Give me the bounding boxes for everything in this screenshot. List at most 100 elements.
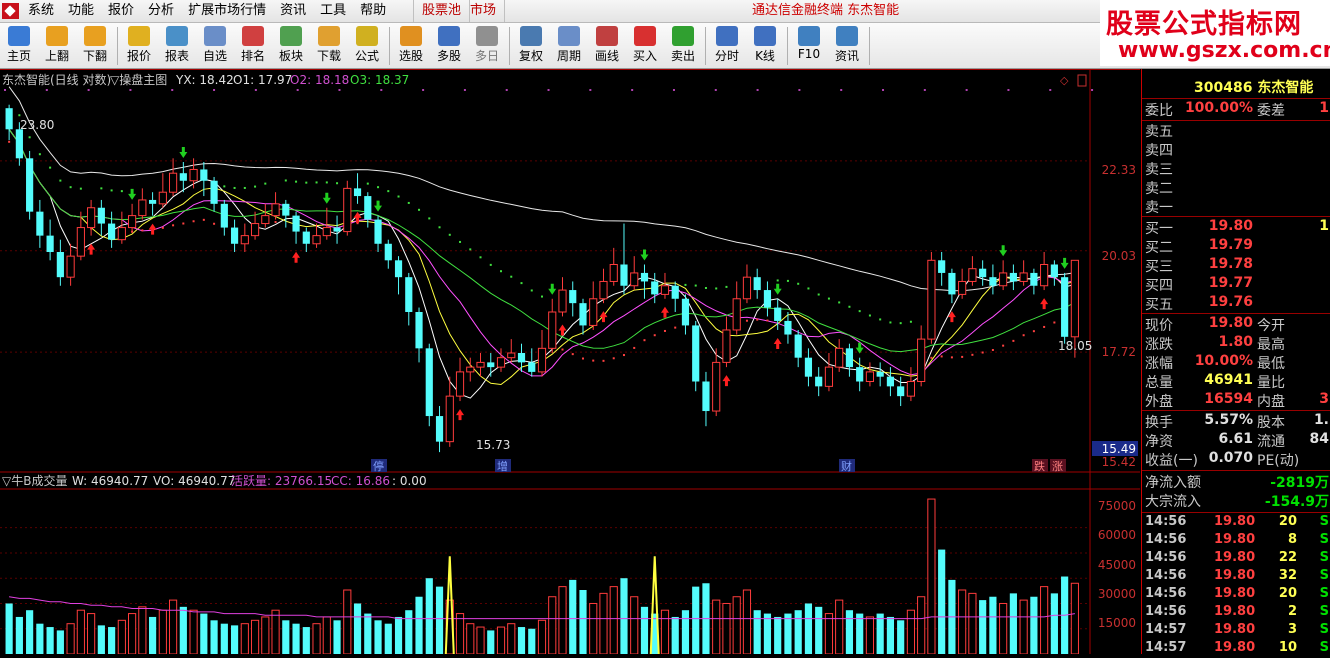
signal-dot — [756, 89, 759, 91]
toolbar-button-report[interactable]: 报表 — [159, 24, 195, 68]
event-tag-finance[interactable]: 财 — [841, 459, 852, 473]
diamond-icon[interactable]: ◇ — [1060, 74, 1069, 87]
volume-bar — [835, 599, 844, 655]
toolbar-button-arrow-down[interactable]: 下翻 — [77, 24, 113, 68]
volume-bar — [97, 625, 105, 654]
toolbar-button-blocks[interactable]: 板块 — [273, 24, 309, 68]
resistance-dot — [653, 334, 656, 337]
event-tag-rise[interactable]: 涨 — [1052, 460, 1063, 473]
menu-item-help[interactable]: 帮助 — [360, 0, 386, 22]
candle-body — [702, 381, 710, 412]
volume-bar — [620, 578, 628, 654]
bid-row[interactable]: 买二 19.79 — [1142, 237, 1330, 256]
toolbar-button-download[interactable]: 下载 — [311, 24, 347, 68]
toolbar-button-yuan[interactable]: 报价 — [121, 24, 157, 68]
bid-row[interactable]: 买五 19.76 — [1142, 294, 1330, 313]
tick-time: 14:56 — [1145, 514, 1187, 529]
menu-item-tools[interactable]: 工具 — [320, 0, 346, 22]
toolbar-button-stock-pick[interactable]: 选股 — [393, 24, 429, 68]
ask-row[interactable]: 卖五 — [1142, 121, 1330, 140]
toolbar-button-adjust[interactable]: 复权 — [513, 24, 549, 68]
bid-row[interactable]: 买四 19.77 — [1142, 275, 1330, 294]
toolbar-button-news[interactable]: 资讯 — [829, 24, 865, 68]
menu-item-analysis[interactable]: 分析 — [148, 0, 174, 22]
tab-market[interactable]: 市场 — [462, 0, 506, 22]
stat-label-2: 最低 — [1257, 356, 1285, 372]
ask-row[interactable]: 卖三 — [1142, 159, 1330, 178]
kline-chart-area[interactable]: 东杰智能(日线 对数) ▽操盘主图 YX: 18.42 O1: 17.97 O2… — [0, 69, 1140, 655]
support-dot — [817, 293, 820, 296]
toolbar-button-arrow-up[interactable]: 上翻 — [39, 24, 75, 68]
volume-indicator-name[interactable]: ▽牛B成交量 — [2, 473, 67, 488]
candle-body — [599, 280, 608, 300]
support-dot — [254, 185, 257, 188]
candle-body — [948, 272, 956, 295]
app-logo-icon[interactable] — [2, 3, 19, 19]
toolbar-button-kline[interactable]: K线 — [747, 24, 783, 68]
event-tag-suspend[interactable]: 停 — [373, 459, 384, 473]
toolbar-button-label: 主页 — [6, 49, 31, 63]
support-dot — [100, 187, 103, 190]
event-tag-fall[interactable]: 跌 — [1034, 459, 1045, 473]
candle-body — [651, 281, 659, 295]
event-tag-increase[interactable]: 增 — [497, 459, 508, 473]
toolbar-button-sell[interactable]: 卖出 — [665, 24, 701, 68]
tick-side: S — [1319, 568, 1329, 583]
volume-bar — [425, 578, 433, 654]
y-tick-label: 17.72 — [1102, 345, 1136, 359]
resistance-dot — [1012, 339, 1015, 342]
candle-body — [36, 211, 44, 236]
tick-volume: 20 — [1278, 586, 1297, 601]
tick-side: S — [1319, 586, 1329, 601]
toolbar-button-clock[interactable]: 多日 — [469, 24, 505, 68]
support-dot — [366, 182, 369, 185]
f6-icon — [204, 26, 226, 46]
toolbar-button-f10[interactable]: F10 — [791, 24, 827, 68]
signal-dot — [213, 89, 216, 91]
bid-row[interactable]: 买三 19.78 — [1142, 256, 1330, 275]
candle-body — [537, 347, 547, 373]
volume-bar — [569, 579, 577, 654]
candle-body — [906, 381, 916, 397]
ask-row[interactable]: 卖一 — [1142, 197, 1330, 216]
ask-row[interactable]: 卖四 — [1142, 140, 1330, 159]
menu-item-news[interactable]: 资讯 — [280, 0, 306, 22]
weicha-value: 1 — [1319, 100, 1329, 116]
resistance-dot — [571, 353, 574, 356]
menu-item-quote[interactable]: 报价 — [108, 0, 134, 22]
support-dot — [295, 180, 298, 183]
resistance-dot — [674, 326, 677, 329]
toolbar-button-home[interactable]: 主页 — [1, 24, 37, 68]
fundamental-value: 5.57% — [1204, 412, 1253, 428]
formula-icon — [356, 26, 378, 46]
menu-item-system[interactable]: 系统 — [28, 0, 54, 22]
toolbar-button-buy[interactable]: 买入 — [627, 24, 663, 68]
resistance-dot — [1032, 330, 1035, 333]
support-dot — [243, 186, 246, 189]
resistance-dot — [745, 319, 748, 322]
volume-bar — [906, 609, 916, 655]
toolbar-button-draw-line[interactable]: 画线 — [589, 24, 625, 68]
stock-code-name[interactable]: 300486 东杰智能 — [1194, 77, 1313, 97]
main-indicator-name[interactable]: ▽操盘主图 — [110, 72, 167, 87]
menu-item-extended-market[interactable]: 扩展市场行情 — [188, 0, 266, 22]
toolbar-button-ranking[interactable]: 排名 — [235, 24, 271, 68]
candle-body — [815, 376, 823, 387]
menu-item-function[interactable]: 功能 — [68, 0, 94, 22]
bid-row[interactable]: 买一 19.80 1 — [1142, 218, 1330, 237]
support-dot — [827, 297, 830, 300]
toolbar-button-f6[interactable]: 自选 — [197, 24, 233, 68]
volume-bar — [220, 623, 228, 654]
toolbar-button-intraday[interactable]: 分时 — [709, 24, 745, 68]
ask-row[interactable]: 卖二 — [1142, 178, 1330, 197]
resistance-dot — [981, 351, 984, 354]
toolbar-button-formula[interactable]: 公式 — [349, 24, 385, 68]
kline-chart-svg[interactable]: 东杰智能(日线 对数) ▽操盘主图 YX: 18.42 O1: 17.97 O2… — [0, 69, 1140, 655]
support-dot — [428, 217, 431, 220]
toolbar-button-multi-stock[interactable]: 多股 — [431, 24, 467, 68]
stat-row: 涨跌 1.80 最高 — [1142, 334, 1330, 353]
stock-code-name-row: 300486 东杰智能 — [1142, 77, 1330, 96]
toolbar-button-f8[interactable]: 周期 — [551, 24, 587, 68]
volume-bar — [312, 623, 321, 655]
support-dot — [725, 285, 728, 288]
